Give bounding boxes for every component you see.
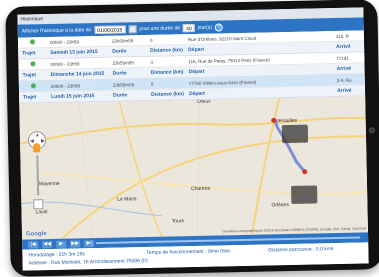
trip-cell-duration: 23h59m59 [112,59,134,66]
trip-cell-address: 116, Rue de Patay, 75013 Paris (France) [188,56,270,64]
map-label-le-mans: Le Mans [117,196,137,203]
duration-label: pour une durée de [139,24,181,32]
map-label-laval: Laval [35,209,48,216]
map-label-tours: Tours [171,218,185,225]
status-dot-icon [29,39,36,45]
header-cell-c1: Dimanche 14 juin 2015 [50,70,105,78]
playback-rewind-button[interactable]: ◀◀ [42,240,53,248]
status-dot-icon [30,83,36,89]
header-cell-c0: Trajet [23,94,37,101]
date-input[interactable]: 01/06/2015 [94,24,126,34]
trips-table: 00h00 - 23h59 23h59m59 0 Rue d'Orléans, 922… [17,30,366,104]
camera-icon [368,127,375,134]
header-cell-c3: Distance (km) [151,91,184,98]
trip-cell-start: 00h00 - 23h59 [50,60,80,67]
trip-cell-extra: 77181 [336,55,349,61]
header-cell-c5: Arrivé [336,65,352,72]
header-cell-c1: Samedi 13 juin 2015 [50,48,98,56]
trip-cell-distance: 0 [150,59,153,65]
trip-cell-distance: 0 [150,81,154,87]
distance-text: Distance parcourue : 0.0 kms [268,246,334,254]
trip-cell-address: Rue d'Orléans, 92210 Saint Cloud [187,35,257,42]
trip-cell-duration: 23h59m59 [112,81,135,88]
map-label-versailles: Versailles [275,117,298,125]
header-cell-c3: Distance (km) [150,47,184,54]
duration-unit-label: jour(s) [197,24,212,31]
playback-forward-button[interactable]: ▶▶ [70,239,81,248]
trip-cell-address: 77760 Villiers-sous-Grez (France) [188,79,257,86]
street-view-pegman-icon[interactable] [33,143,41,153]
header-cell-c4: Départ [188,46,205,54]
zoom-out-button[interactable] [33,199,44,210]
start-info-popup[interactable] [281,124,309,144]
stage: Historique Afficher l'historique à la da… [0,0,379,277]
pan-right-icon[interactable]: ▶ [41,138,45,144]
header-cell-c0: Trajet [22,50,36,57]
help-icon[interactable]: ? [214,22,223,32]
operating-time-text: Temps de fonctionnement : 0min 0sec [146,248,231,257]
header-cell-c4: Départ [188,68,205,76]
trip-cell-start: 00h00 - 23h59 [49,38,80,45]
show-history-label: Afficher l'historique à la date du [21,26,92,35]
pan-up-icon[interactable]: ▲ [35,132,40,138]
header-cell-c5: Arrivé [336,43,351,51]
map-label-dreux: Dreux [197,98,211,105]
trip-cell-extra: 2-4, Ru [336,77,352,83]
trip-cell-duration: 23h59m59 [111,37,134,44]
map-view[interactable]: Dreux Versailles Mayenne Le Mans Chartre… [19,96,369,240]
header-cell-c5: Arrivé [336,87,352,94]
trip-cell-extra: 116, R [335,33,349,39]
app-screen: Historique Afficher l'historique à la da… [17,7,369,271]
trip-cell-distance: 0 [149,37,153,43]
map-canvas [19,96,369,240]
header-cell-c3: Distance (km) [150,69,184,76]
duration-input[interactable]: 40 [183,23,195,32]
header-cell-c2: Durée [113,92,128,99]
playback-first-button[interactable]: |◀ [28,240,39,248]
tablet-frame: Historique Afficher l'historique à la da… [5,0,379,277]
map-label-chartres: Chartres [191,185,211,193]
header-cell-c1: Lundi 15 juin 2015 [51,93,95,100]
google-logo: Google [25,231,47,238]
calendar-icon[interactable] [128,24,137,33]
timestamp-text: Horodatage : 21h 3m 19s [28,251,85,259]
map-label-orleans: Orléans [271,202,290,209]
header-cell-c0: Trajet [22,72,37,79]
status-dot-icon [30,61,36,67]
map-label-mayenne: Mayenne [38,180,60,188]
trip-cell-start: 00h00 - 23h59 [50,82,80,89]
end-info-popup[interactable] [291,185,318,204]
header-cell-c2: Durée [112,70,127,77]
header-cell-c2: Durée [112,48,127,55]
playback-play-button[interactable]: ▶ [56,240,67,248]
header-cell-c4: Départ [189,90,205,98]
playback-last-button[interactable]: ▶| [84,239,95,247]
